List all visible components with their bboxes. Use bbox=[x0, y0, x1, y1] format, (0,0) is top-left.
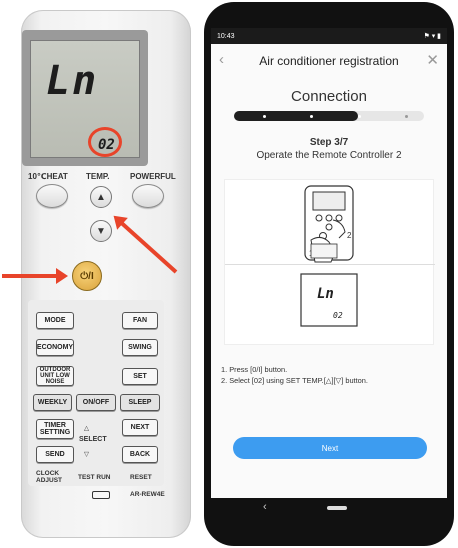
sleep-button[interactable]: SLEEP bbox=[120, 394, 160, 411]
temp-label: TEMP. bbox=[86, 172, 110, 181]
instruction-illustration: 2 1 Ln 02 bbox=[224, 179, 435, 345]
status-icons: ⚑ ▾ ▮ bbox=[423, 33, 441, 40]
select-down-icon[interactable]: ▽ bbox=[84, 450, 89, 458]
screenshot: Ln 02 10℃HEAT TEMP. POWERFUL ▲ ▼ ⏻/I MOD… bbox=[0, 0, 458, 548]
chevron-up-icon: ▲ bbox=[96, 191, 106, 203]
set-button[interactable]: SET bbox=[122, 368, 158, 385]
phone-screen: 10:43 ⚑ ▾ ▮ ‹ Air conditioner registrati… bbox=[211, 28, 447, 518]
timer-setting-button[interactable]: TIMER SETTING bbox=[36, 419, 74, 439]
select-label: SELECT bbox=[79, 436, 107, 443]
outdoor-low-noise-button[interactable]: OUTDOOR UNIT LOW NOISE bbox=[36, 366, 74, 386]
back-chevron-icon[interactable]: ‹ bbox=[219, 51, 224, 68]
battery-icon bbox=[92, 491, 110, 499]
temp-down-button[interactable]: ▼ bbox=[90, 220, 112, 242]
mode-button[interactable]: MODE bbox=[36, 312, 74, 329]
page-title: Air conditioner registration bbox=[259, 54, 399, 68]
lcd-main-text: Ln bbox=[46, 58, 99, 104]
select-up-icon[interactable]: △ bbox=[84, 424, 89, 432]
step-label: Step 3/7 bbox=[309, 137, 349, 148]
fan-button[interactable]: FAN bbox=[122, 312, 158, 329]
svg-text:2: 2 bbox=[347, 231, 352, 240]
heat-button[interactable] bbox=[36, 184, 68, 208]
progress-dot bbox=[405, 115, 408, 118]
economy-button[interactable]: ECONOMY bbox=[36, 339, 74, 356]
power-button[interactable]: ⏻/I bbox=[72, 261, 102, 291]
swing-button[interactable]: SWING bbox=[122, 339, 158, 356]
powerful-label: POWERFUL bbox=[130, 172, 176, 181]
step-description: Operate the Remote Controller 2 bbox=[256, 150, 402, 161]
instruction-line-1: 1. Press [0/I] button. bbox=[221, 365, 288, 374]
temp-up-button[interactable]: ▲ bbox=[90, 186, 112, 208]
progress-bar bbox=[234, 111, 424, 121]
reset-label[interactable]: RESET bbox=[130, 474, 152, 481]
power-icon: ⏻/I bbox=[80, 270, 94, 282]
next-key-button[interactable]: NEXT bbox=[122, 419, 158, 436]
svg-text:Ln: Ln bbox=[317, 286, 334, 302]
powerful-button[interactable] bbox=[132, 184, 164, 208]
nav-back-icon[interactable]: ‹ bbox=[263, 501, 267, 513]
close-icon[interactable]: ✕ bbox=[426, 51, 439, 69]
status-bar: 10:43 ⚑ ▾ ▮ bbox=[211, 28, 447, 44]
nav-home-icon[interactable] bbox=[327, 506, 347, 510]
chevron-down-icon: ▼ bbox=[96, 225, 106, 237]
clock-adjust-label[interactable]: CLOCK ADJUST bbox=[36, 470, 66, 484]
model-label: AR-REW4E bbox=[130, 491, 165, 498]
section-title: Connection bbox=[291, 88, 367, 105]
app-bar: ‹ Air conditioner registration ✕ bbox=[211, 44, 447, 78]
nav-bar: ‹ bbox=[211, 498, 447, 518]
test-run-label[interactable]: TEST RUN bbox=[78, 474, 111, 481]
send-button[interactable]: SEND bbox=[36, 446, 74, 463]
onoff-button[interactable]: ON/OFF bbox=[76, 394, 116, 411]
remote-illustration: 2 1 Ln 02 bbox=[300, 185, 358, 327]
progress-fill bbox=[234, 111, 358, 121]
next-button[interactable]: Next bbox=[233, 437, 427, 459]
progress-dot bbox=[263, 115, 266, 118]
arrow-to-power-icon bbox=[2, 268, 68, 284]
progress-dot bbox=[358, 115, 361, 118]
illustration-divider bbox=[225, 264, 435, 265]
weekly-button[interactable]: WEEKLY bbox=[33, 394, 72, 411]
status-time: 10:43 bbox=[217, 32, 235, 40]
progress-dot bbox=[310, 115, 313, 118]
back-button[interactable]: BACK bbox=[122, 446, 158, 463]
svg-text:02: 02 bbox=[333, 311, 343, 320]
instruction-line-2: 2. Select [02] using SET TEMP.[△][▽] but… bbox=[221, 376, 368, 385]
heat-label: 10℃HEAT bbox=[28, 172, 68, 181]
highlight-circle bbox=[88, 127, 122, 157]
